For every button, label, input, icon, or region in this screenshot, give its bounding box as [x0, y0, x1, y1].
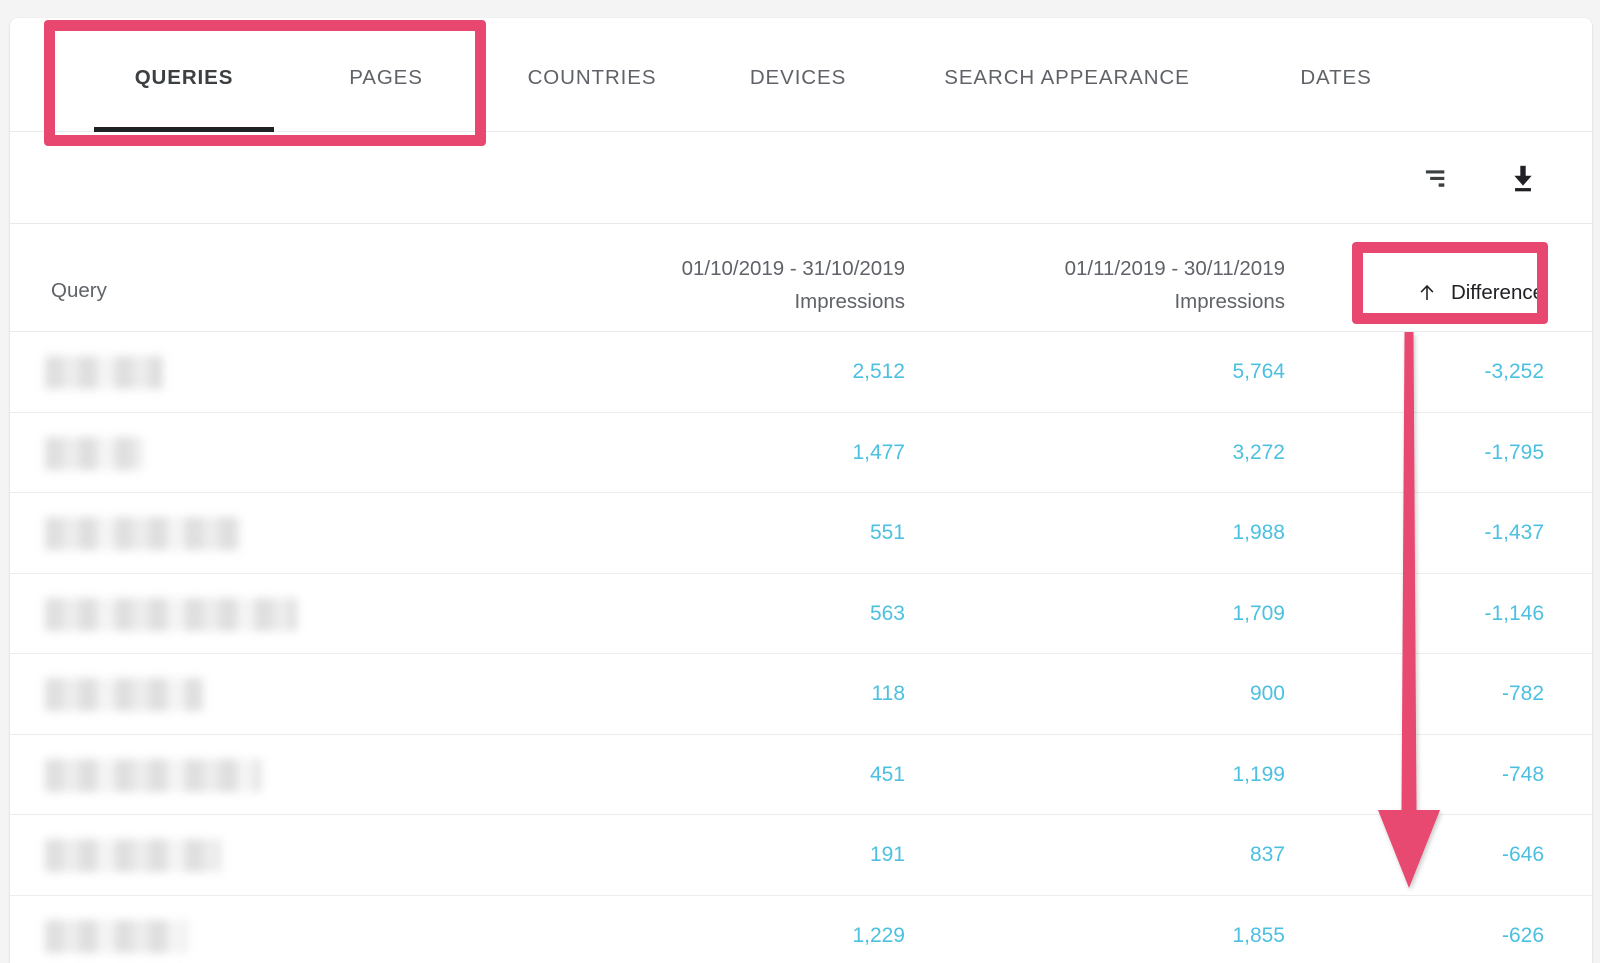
query-cell-redacted [45, 517, 241, 550]
cell-period-1: 2,512 [852, 360, 905, 383]
column-header-difference[interactable]: Difference [1417, 276, 1544, 309]
filter-icon [1425, 170, 1445, 187]
query-cell-redacted [45, 356, 163, 389]
cell-difference: -3,252 [1484, 360, 1544, 383]
table-row[interactable]: 191 837 -646 [10, 815, 1592, 896]
query-cell-redacted [45, 919, 187, 953]
cell-period-2: 1,709 [1232, 601, 1285, 625]
column-header-query[interactable]: Query [51, 274, 107, 307]
cell-period-1: 118 [871, 682, 905, 705]
tab-countries-label: COUNTRIES [527, 66, 657, 89]
arrow-up-icon [1420, 284, 1434, 300]
screenshot-root: QUERIES PAGES COUNTRIES DEVICES SEARCH A… [0, 0, 1600, 963]
table-row[interactable]: 1,229 1,855 -626 [10, 896, 1592, 963]
table-toolbar [10, 132, 1592, 224]
column-header-period-1[interactable]: 01/10/2019 - 31/10/2019 Impressions [682, 252, 905, 318]
query-cell-redacted [45, 758, 261, 792]
cell-difference: -782 [1501, 682, 1544, 705]
cell-difference: -646 [1501, 843, 1544, 866]
cell-period-2: 1,988 [1232, 521, 1285, 544]
cell-period-1: 1,229 [852, 923, 905, 947]
tab-queries[interactable]: QUERIES [82, 18, 286, 132]
table-row[interactable]: 551 1,988 -1,437 [10, 493, 1592, 574]
cell-period-1: 551 [869, 521, 905, 544]
tab-countries[interactable]: COUNTRIES [486, 18, 698, 132]
tab-dates[interactable]: DATES [1236, 18, 1436, 132]
table-row[interactable]: 2,512 5,764 -3,252 [10, 332, 1592, 413]
query-cell-redacted [45, 597, 297, 631]
cell-period-1: 191 [869, 843, 905, 866]
cell-period-2: 1,855 [1232, 923, 1285, 947]
dimension-tab-bar: QUERIES PAGES COUNTRIES DEVICES SEARCH A… [10, 18, 1592, 132]
tab-pages[interactable]: PAGES [286, 18, 486, 132]
query-cell-redacted [45, 678, 203, 711]
column-header-period-2[interactable]: 01/11/2019 - 30/11/2019 Impressions [1065, 252, 1285, 318]
cell-difference: -748 [1501, 762, 1544, 786]
tab-dates-label: DATES [1300, 66, 1372, 89]
download-icon [1514, 165, 1532, 192]
tab-search-appearance-label: SEARCH APPEARANCE [944, 66, 1190, 89]
cell-difference: -1,795 [1484, 440, 1544, 464]
cell-period-2: 900 [1249, 682, 1285, 705]
query-cell-redacted [45, 839, 221, 872]
cell-period-1: 1,477 [852, 440, 905, 464]
cell-difference: -626 [1501, 923, 1544, 947]
table-row[interactable]: 1,477 3,272 -1,795 [10, 413, 1592, 493]
cell-period-2: 1,199 [1232, 762, 1285, 786]
tab-pages-label: PAGES [349, 66, 423, 89]
query-cell-redacted [45, 436, 143, 470]
download-button[interactable] [1502, 157, 1544, 199]
cell-period-2: 837 [1249, 843, 1285, 866]
table-header-row: Query 01/10/2019 - 31/10/2019 Impression… [10, 224, 1592, 332]
tab-queries-label: QUERIES [134, 66, 234, 89]
cell-difference: -1,437 [1484, 521, 1544, 544]
period-1-range: 01/10/2019 - 31/10/2019 [681, 257, 905, 280]
table-row[interactable]: 563 1,709 -1,146 [10, 574, 1592, 654]
tab-search-appearance[interactable]: SEARCH APPEARANCE [898, 18, 1236, 132]
tab-devices[interactable]: DEVICES [698, 18, 898, 132]
search-analytics-card: QUERIES PAGES COUNTRIES DEVICES SEARCH A… [10, 18, 1592, 963]
table-row[interactable]: 451 1,199 -748 [10, 735, 1592, 815]
filter-button[interactable] [1412, 157, 1454, 199]
toolbar-actions [1412, 132, 1544, 224]
period-1-metric: Impressions [794, 290, 905, 313]
tab-list: QUERIES PAGES COUNTRIES DEVICES SEARCH A… [82, 18, 1436, 132]
cell-period-2: 3,272 [1232, 440, 1285, 464]
tab-devices-label: DEVICES [749, 66, 847, 89]
column-header-difference-label: Difference [1450, 281, 1544, 304]
cell-difference: -1,146 [1484, 601, 1544, 625]
table-row[interactable]: 118 900 -782 [10, 654, 1592, 735]
table-body: 2,512 5,764 -3,252 1,477 3,272 -1,795 55… [10, 332, 1592, 963]
period-2-range: 01/11/2019 - 30/11/2019 [1064, 257, 1285, 280]
cell-period-2: 5,764 [1232, 360, 1285, 383]
cell-period-1: 563 [869, 601, 905, 625]
period-2-metric: Impressions [1174, 290, 1285, 313]
cell-period-1: 451 [869, 762, 905, 786]
